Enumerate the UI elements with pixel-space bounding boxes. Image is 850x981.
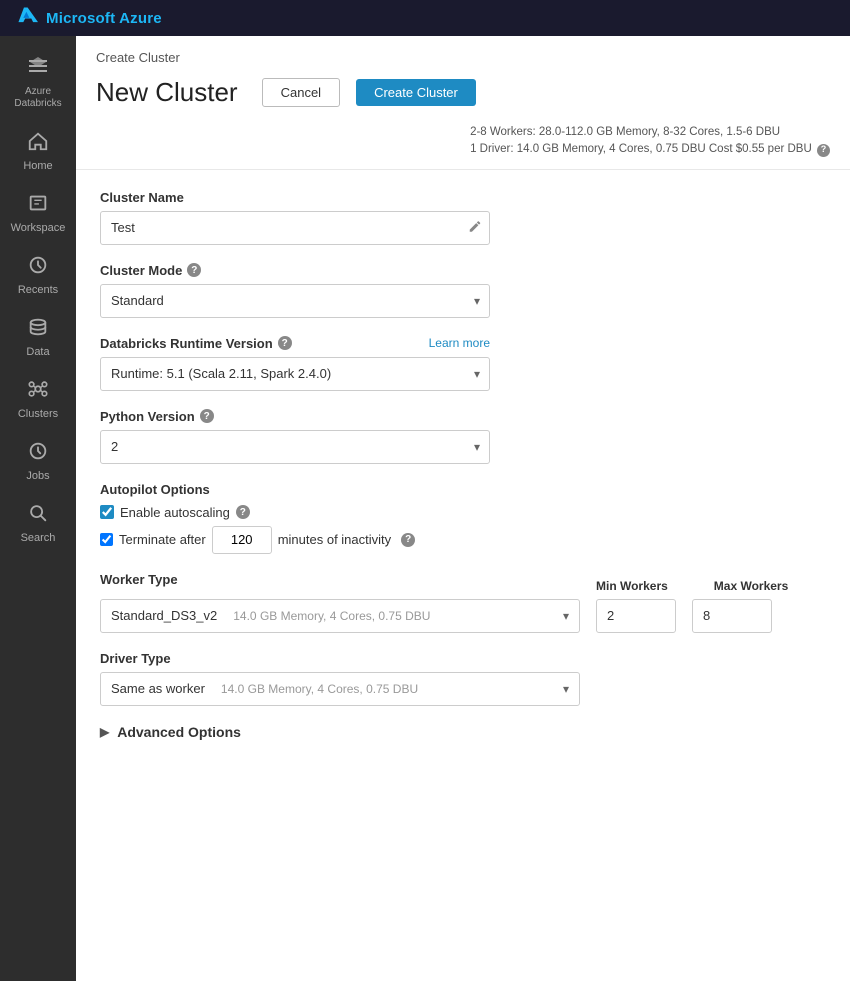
autopilot-title: Autopilot Options — [100, 482, 826, 497]
worker-type-group: Worker Type Min Workers Max Workers Stan… — [100, 572, 826, 633]
create-cluster-button[interactable]: Create Cluster — [356, 79, 476, 106]
cluster-mode-select[interactable]: Standard High Concurrency Single Node — [100, 284, 490, 318]
clusters-icon — [27, 378, 49, 404]
sidebar: AzureDatabricks Home Workspace — [0, 36, 76, 981]
advanced-options-toggle[interactable]: ▶ Advanced Options — [100, 724, 826, 740]
autoscaling-row: Enable autoscaling ? — [100, 505, 826, 520]
cluster-name-group: Cluster Name — [100, 190, 826, 245]
topbar-title: Microsoft Azure — [46, 10, 162, 27]
learn-more-link[interactable]: Learn more — [429, 336, 490, 350]
cluster-mode-label: Cluster Mode ? — [100, 263, 826, 278]
driver-type-desc: 14.0 GB Memory, 4 Cores, 0.75 DBU — [221, 682, 555, 696]
content-area: Create Cluster New Cluster Cancel Create… — [76, 36, 850, 981]
runtime-help-icon[interactable]: ? — [278, 336, 292, 350]
data-icon — [27, 316, 49, 342]
info-help-icon[interactable]: ? — [817, 144, 830, 157]
worker-type-arrow-icon: ▾ — [563, 609, 569, 623]
terminate-row: Terminate after minutes of inactivity ? — [100, 526, 826, 554]
driver-type-select-container[interactable]: Same as worker 14.0 GB Memory, 4 Cores, … — [100, 672, 580, 706]
max-workers-label: Max Workers — [714, 579, 788, 593]
page-header: Create Cluster New Cluster Cancel Create… — [76, 36, 850, 170]
sidebar-label-home: Home — [23, 160, 52, 172]
runtime-select[interactable]: Runtime: 5.1 (Scala 2.11, Spark 2.4.0) R… — [100, 357, 490, 391]
sidebar-label-search: Search — [21, 532, 56, 544]
workspace-icon — [27, 192, 49, 218]
jobs-icon — [27, 440, 49, 466]
cluster-mode-group: Cluster Mode ? Standard High Concurrency… — [100, 263, 826, 318]
databricks-icon — [26, 54, 50, 82]
cancel-button[interactable]: Cancel — [262, 78, 340, 107]
python-select-wrapper: 2 3 ▾ — [100, 430, 490, 464]
python-select[interactable]: 2 3 — [100, 430, 490, 464]
sidebar-label-recents: Recents — [18, 284, 58, 296]
autopilot-section: Autopilot Options Enable autoscaling ? T… — [100, 482, 826, 554]
cluster-info-line1: 2-8 Workers: 28.0-112.0 GB Memory, 8-32 … — [470, 124, 830, 141]
runtime-version-group: Databricks Runtime Version ? Learn more … — [100, 336, 826, 391]
sidebar-label-data: Data — [26, 346, 49, 358]
worker-type-select-container[interactable]: Standard_DS3_v2 14.0 GB Memory, 4 Cores,… — [100, 599, 580, 633]
driver-type-label: Driver Type — [100, 651, 826, 666]
cluster-name-heading: New Cluster — [96, 77, 238, 108]
runtime-select-wrapper: Runtime: 5.1 (Scala 2.11, Spark 2.4.0) R… — [100, 357, 490, 391]
sidebar-label-clusters: Clusters — [18, 408, 58, 420]
cluster-name-input[interactable] — [100, 211, 490, 245]
worker-type-value: Standard_DS3_v2 — [111, 608, 217, 623]
sidebar-item-search[interactable]: Search — [0, 492, 76, 554]
edit-icon — [468, 219, 482, 236]
driver-type-value: Same as worker — [111, 681, 205, 696]
sidebar-item-data[interactable]: Data — [0, 306, 76, 368]
worker-type-desc: 14.0 GB Memory, 4 Cores, 0.75 DBU — [233, 609, 555, 623]
sidebar-item-home[interactable]: Home — [0, 120, 76, 182]
min-workers-label: Min Workers — [596, 579, 668, 593]
sidebar-item-azure-databricks[interactable]: AzureDatabricks — [0, 44, 76, 120]
advanced-options-label: Advanced Options — [117, 724, 241, 740]
page-title: Create Cluster — [96, 50, 830, 65]
runtime-label-row: Databricks Runtime Version ? Learn more — [100, 336, 490, 351]
home-icon — [27, 130, 49, 156]
sidebar-label-databricks: AzureDatabricks — [14, 86, 61, 110]
recents-icon — [27, 254, 49, 280]
worker-type-label: Worker Type — [100, 572, 580, 587]
terminate-minutes-input[interactable] — [212, 526, 272, 554]
enable-autoscaling-checkbox[interactable] — [100, 505, 114, 519]
terminate-label-before: Terminate after — [119, 532, 206, 547]
driver-type-group: Driver Type Same as worker 14.0 GB Memor… — [100, 651, 826, 706]
azure-logo-icon — [16, 5, 38, 32]
search-icon — [27, 502, 49, 528]
sidebar-label-workspace: Workspace — [11, 222, 66, 234]
cluster-mode-help-icon[interactable]: ? — [187, 263, 201, 277]
max-workers-input[interactable] — [692, 599, 772, 633]
cluster-info: 2-8 Workers: 28.0-112.0 GB Memory, 8-32 … — [470, 124, 830, 159]
cluster-header: New Cluster Cancel Create Cluster 2-8 Wo… — [96, 77, 830, 159]
cluster-name-label: Cluster Name — [100, 190, 826, 205]
topbar: Microsoft Azure — [0, 0, 850, 36]
cluster-mode-select-wrapper: Standard High Concurrency Single Node ▾ — [100, 284, 490, 318]
advanced-options-arrow-icon: ▶ — [100, 725, 109, 739]
form-area: Cluster Name Cluster Mode ? Standard — [76, 170, 850, 760]
cluster-info-line2: 1 Driver: 14.0 GB Memory, 4 Cores, 0.75 … — [470, 141, 830, 158]
sidebar-item-clusters[interactable]: Clusters — [0, 368, 76, 430]
driver-type-arrow-icon: ▾ — [563, 682, 569, 696]
runtime-label: Databricks Runtime Version ? — [100, 336, 292, 351]
sidebar-item-workspace[interactable]: Workspace — [0, 182, 76, 244]
sidebar-label-jobs: Jobs — [26, 470, 49, 482]
sidebar-item-jobs[interactable]: Jobs — [0, 430, 76, 492]
sidebar-item-recents[interactable]: Recents — [0, 244, 76, 306]
python-label: Python Version ? — [100, 409, 826, 424]
cluster-name-wrapper — [100, 211, 490, 245]
terminate-checkbox[interactable] — [100, 533, 113, 546]
terminate-label-after: minutes of inactivity — [278, 532, 391, 547]
min-workers-input[interactable] — [596, 599, 676, 633]
python-help-icon[interactable]: ? — [200, 409, 214, 423]
autoscaling-label: Enable autoscaling — [120, 505, 230, 520]
autoscaling-help-icon[interactable]: ? — [236, 505, 250, 519]
python-version-group: Python Version ? 2 3 ▾ — [100, 409, 826, 464]
terminate-help-icon[interactable]: ? — [401, 533, 415, 547]
